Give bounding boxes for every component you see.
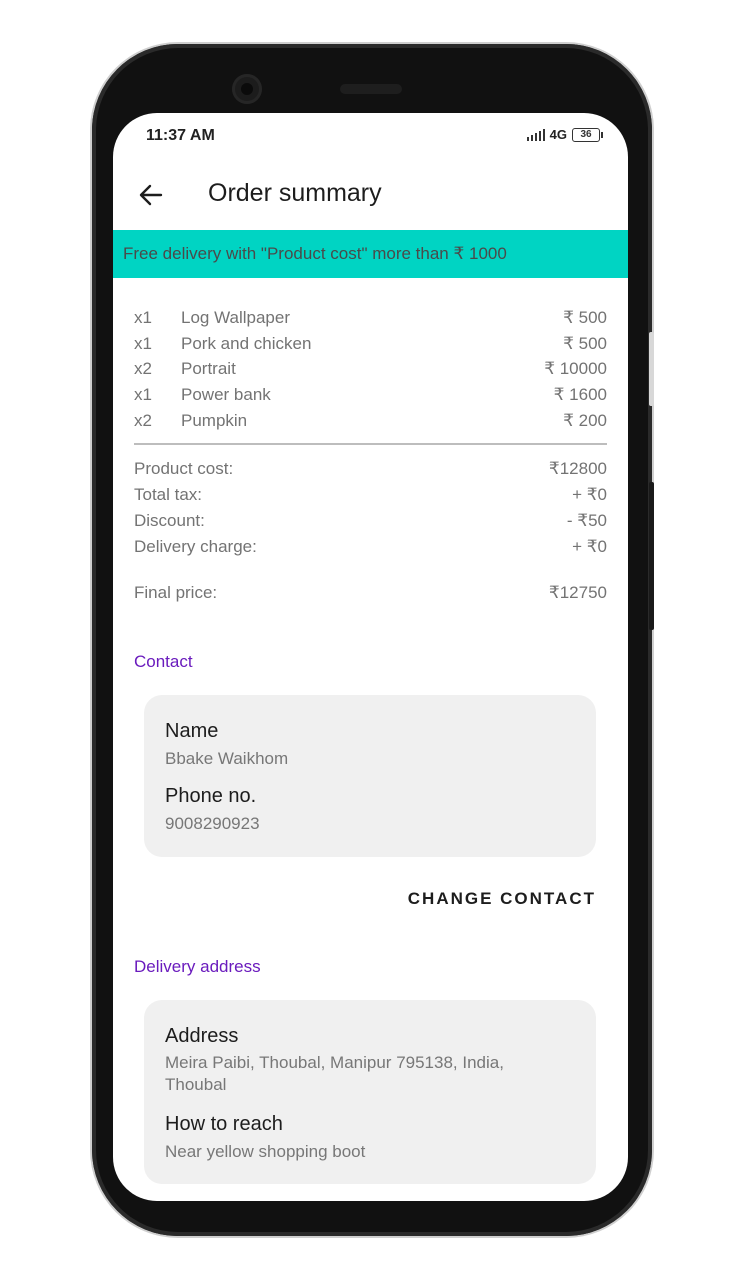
contact-card: Name Bbake Waikhom Phone no. 9008290923 — [144, 695, 596, 857]
summary-row: Product cost: ₹12800 — [134, 459, 607, 483]
order-item: x1 Pork and chicken ₹ 500 — [134, 334, 607, 358]
item-qty: x2 — [134, 411, 152, 430]
total-tax-value: + ₹0 — [572, 485, 607, 504]
phone-value: 9008290923 — [165, 814, 260, 833]
summary-row: Delivery charge: + ₹0 — [134, 537, 607, 561]
summary-row: Final price: ₹12750 — [134, 583, 607, 607]
signal-icon — [526, 128, 545, 141]
app-screen: 11:37 AM 4G 36 Order summary Free delive… — [113, 113, 628, 1201]
app-bar: Order summary — [113, 165, 628, 225]
item-price: ₹ 500 — [563, 308, 607, 327]
battery-icon: 36 — [572, 127, 603, 142]
item-name: Pumpkin — [181, 411, 248, 430]
item-qty: x1 — [134, 334, 152, 353]
item-price: ₹ 500 — [563, 334, 607, 353]
items-divider — [134, 443, 607, 445]
volume-button — [649, 332, 654, 406]
item-qty: x2 — [134, 359, 152, 378]
summary-row: Total tax: + ₹0 — [134, 485, 607, 509]
order-item: x2 Pumpkin ₹ 200 — [134, 411, 607, 435]
item-price: ₹ 1600 — [553, 385, 607, 404]
free-delivery-banner: Free delivery with "Product cost" more t… — [113, 230, 628, 278]
change-contact-button[interactable]: CHANGE CONTACT — [408, 889, 596, 909]
status-icons: 4G 36 — [526, 127, 603, 142]
how-to-reach-label: How to reach — [165, 1113, 283, 1135]
page-title: Order summary — [208, 179, 382, 207]
discount-value: - ₹50 — [566, 511, 607, 530]
summary-row: Discount: - ₹50 — [134, 511, 607, 535]
front-camera — [232, 74, 262, 104]
contact-section-title: Contact — [134, 652, 193, 671]
power-button — [649, 482, 654, 630]
status-time: 11:37 AM — [146, 127, 215, 144]
product-cost-label: Product cost: — [134, 459, 234, 478]
network-type: 4G — [549, 127, 567, 142]
delivery-address-card: Address Meira Paibi, Thoubal, Manipur 79… — [144, 1000, 596, 1184]
item-price: ₹ 10000 — [544, 359, 607, 378]
order-item: x1 Log Wallpaper ₹ 500 — [134, 308, 607, 332]
order-item: x2 Portrait ₹ 10000 — [134, 359, 607, 383]
item-name: Log Wallpaper — [181, 308, 290, 327]
delivery-charge-label: Delivery charge: — [134, 537, 257, 556]
address-label: Address — [165, 1025, 239, 1047]
address-value: Meira Paibi, Thoubal, Manipur 795138, In… — [165, 1053, 504, 1094]
final-price-value: ₹12750 — [548, 583, 607, 602]
phone-label: Phone no. — [165, 785, 257, 807]
product-cost-value: ₹12800 — [548, 459, 607, 478]
total-tax-label: Total tax: — [134, 485, 203, 504]
battery-level: 36 — [580, 128, 592, 140]
name-value: Bbake Waikhom — [165, 749, 289, 768]
final-price-label: Final price: — [134, 583, 218, 602]
discount-label: Discount: — [134, 511, 205, 530]
how-to-reach-value: Near yellow shopping boot — [165, 1142, 366, 1161]
item-name: Power bank — [181, 385, 271, 404]
item-price: ₹ 200 — [563, 411, 607, 430]
status-bar: 11:37 AM 4G 36 — [113, 113, 628, 159]
delivery-address-section-title: Delivery address — [134, 957, 261, 976]
back-arrow-icon[interactable] — [137, 181, 165, 209]
item-name: Portrait — [181, 359, 236, 378]
earpiece-speaker — [340, 84, 402, 94]
item-name: Pork and chicken — [181, 334, 312, 353]
order-item: x1 Power bank ₹ 1600 — [134, 385, 607, 409]
item-qty: x1 — [134, 308, 152, 327]
item-qty: x1 — [134, 385, 152, 404]
name-label: Name — [165, 720, 219, 742]
delivery-charge-value: + ₹0 — [572, 537, 607, 556]
